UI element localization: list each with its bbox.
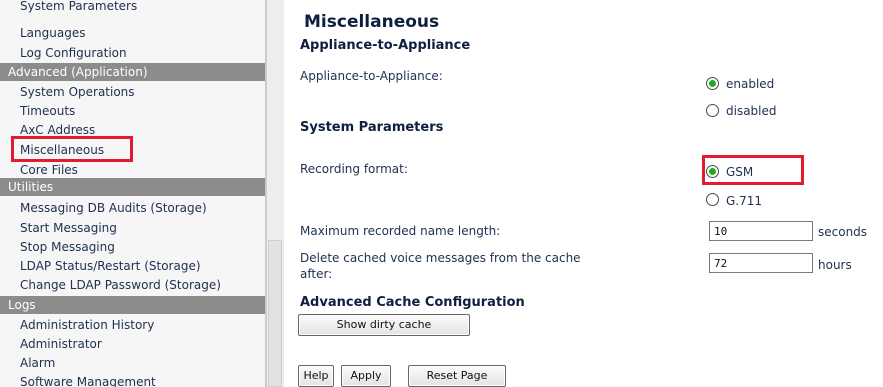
main-content: Miscellaneous Appliance-to-Appliance App… — [286, 0, 883, 387]
recording-format-g711-label[interactable]: G.711 — [726, 194, 762, 208]
recording-format-g711-radio[interactable] — [706, 193, 719, 206]
sidebar-item-change-ldap-password[interactable]: Change LDAP Password (Storage) — [20, 276, 221, 294]
sidebar-item-system-operations[interactable]: System Operations — [20, 83, 135, 101]
delete-cached-unit: hours — [818, 258, 852, 272]
sidebar-item-log-configuration[interactable]: Log Configuration — [20, 44, 127, 62]
a2a-disabled-radio[interactable] — [706, 104, 719, 117]
gsm-highlight-box — [702, 155, 804, 185]
max-name-length-input[interactable] — [709, 221, 813, 241]
sidebar-item-stop-messaging[interactable]: Stop Messaging — [20, 238, 115, 256]
sidebar-item-core-files[interactable]: Core Files — [20, 161, 78, 179]
max-name-length-label: Maximum recorded name length: — [300, 224, 501, 238]
sidebar-item-administration-history[interactable]: Administration History — [20, 316, 154, 334]
show-dirty-cache-button[interactable]: Show dirty cache — [298, 314, 470, 336]
sidebar-item-administrator[interactable]: Administrator — [20, 335, 102, 353]
section-system-parameters: System Parameters — [300, 120, 444, 135]
sidebar-header-utilities: Utilities — [0, 178, 265, 196]
sidebar-item-messaging-db-audits[interactable]: Messaging DB Audits (Storage) — [20, 199, 207, 217]
delete-cached-input[interactable] — [709, 253, 813, 273]
a2a-disabled-label[interactable]: disabled — [726, 104, 777, 118]
sidebar-item-timeouts[interactable]: Timeouts — [20, 102, 75, 120]
sidebar-item-ldap-status-restart[interactable]: LDAP Status/Restart (Storage) — [20, 257, 201, 275]
section-advanced-cache: Advanced Cache Configuration — [300, 295, 525, 310]
a2a-enabled-label[interactable]: enabled — [726, 77, 774, 91]
apply-button[interactable]: Apply — [341, 365, 391, 387]
sidebar-item-languages[interactable]: Languages — [20, 24, 85, 42]
sidebar-header-advanced-application: Advanced (Application) — [0, 63, 265, 81]
page-title: Miscellaneous — [304, 12, 440, 32]
sidebar-scrollbar-thumb[interactable] — [268, 240, 282, 387]
sidebar-item-alarm[interactable]: Alarm — [20, 354, 55, 372]
delete-cached-label-line2: after: — [300, 267, 333, 281]
sidebar-item-system-parameters[interactable]: System Parameters — [20, 0, 137, 15]
max-name-length-unit: seconds — [818, 225, 868, 239]
sidebar-header-logs: Logs — [0, 296, 265, 314]
recording-format-label: Recording format: — [300, 162, 408, 176]
a2a-enabled-radio[interactable] — [706, 77, 719, 90]
delete-cached-label-line1: Delete cached voice messages from the ca… — [300, 251, 581, 265]
section-appliance-to-appliance: Appliance-to-Appliance — [300, 38, 471, 53]
help-button[interactable]: Help — [298, 365, 334, 387]
appliance-to-appliance-label: Appliance-to-Appliance: — [300, 69, 443, 83]
sidebar-item-start-messaging[interactable]: Start Messaging — [20, 219, 117, 237]
miscellaneous-highlight-box — [11, 136, 133, 162]
sidebar-nav: System Parameters Languages Log Configur… — [0, 0, 266, 387]
sidebar-item-software-management[interactable]: Software Management — [20, 373, 156, 387]
reset-page-button[interactable]: Reset Page — [408, 365, 506, 387]
